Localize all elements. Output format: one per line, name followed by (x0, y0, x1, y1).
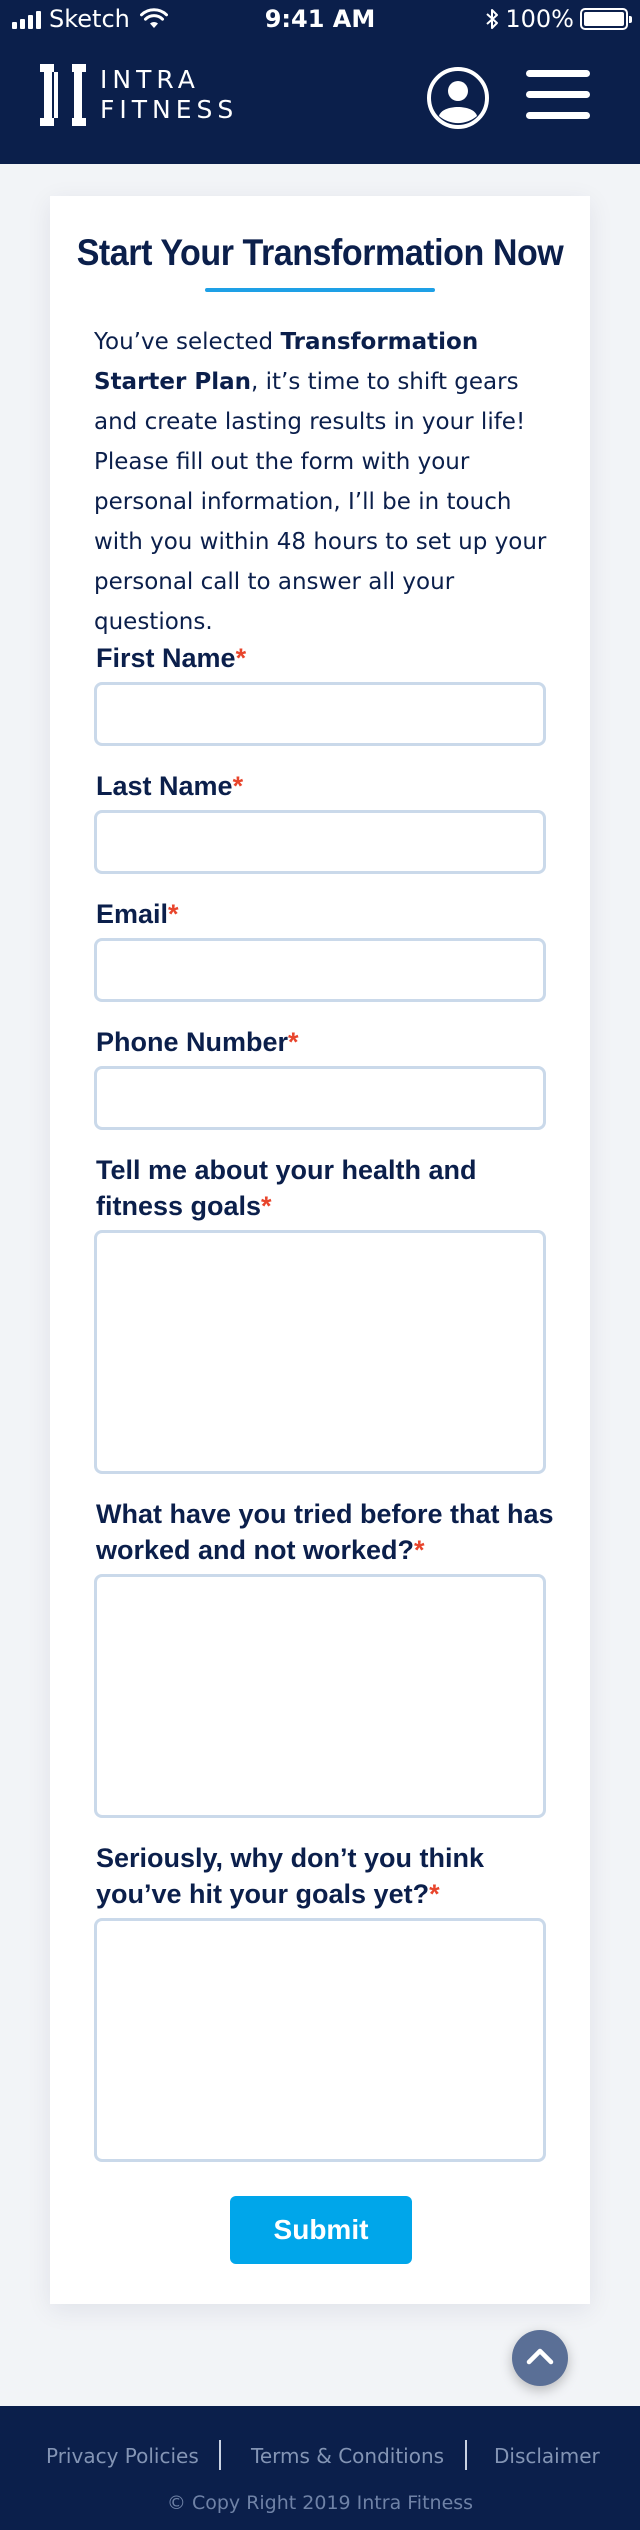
privacy-policies-link[interactable]: Privacy Policies (46, 2444, 199, 2468)
disclaimer-link[interactable]: Disclaimer (494, 2444, 600, 2468)
logo-text-line1: INTRA (100, 65, 200, 94)
back-to-top-button[interactable] (512, 2330, 568, 2386)
required-mark: * (414, 1535, 425, 1565)
first-name-label: First Name* (96, 643, 247, 673)
why-not-textarea[interactable] (94, 1918, 546, 2162)
first-name-input[interactable] (94, 682, 546, 746)
bluetooth-icon (486, 9, 499, 29)
last-name-label: Last Name* (96, 771, 244, 801)
required-mark: * (232, 771, 244, 801)
copyright-text: © Copy Right 2019 Intra Fitness (166, 2492, 474, 2514)
email-input[interactable] (94, 938, 546, 1002)
phone-input[interactable] (94, 1066, 546, 1130)
logo[interactable]: INTRA FITNESS (40, 64, 238, 126)
last-name-input[interactable] (94, 810, 546, 874)
chevron-up-icon (526, 2348, 554, 2365)
goals-label: Tell me about your health and fitness go… (96, 1155, 477, 1221)
page-title: Start Your Transformation Now (76, 232, 564, 273)
goals-textarea[interactable] (94, 1230, 546, 1474)
terms-conditions-link[interactable]: Terms & Conditions (251, 2444, 444, 2468)
phone-label: Phone Number* (96, 1027, 299, 1057)
footer-links: Privacy Policies Terms & Conditions Disc… (0, 2440, 640, 2474)
form-card: Start Your Transformation Now You’ve sel… (50, 196, 590, 2304)
intro-suffix: , it’s time to shift gears and create la… (94, 369, 547, 635)
required-mark: * (429, 1879, 440, 1909)
submit-button[interactable]: Submit (230, 2196, 412, 2264)
tried-before-label: What have you tried before that has work… (96, 1499, 554, 1565)
battery-icon (580, 8, 632, 30)
why-not-label: Seriously, why don’t you think you’ve hi… (96, 1843, 485, 1909)
intro-prefix: You’ve selected (94, 329, 281, 355)
user-icon[interactable] (426, 66, 490, 130)
logo-icon (40, 64, 86, 126)
required-mark: * (168, 899, 179, 929)
tried-before-textarea[interactable] (94, 1574, 546, 1818)
status-bar: Sketch 9:41 AM 100% (0, 0, 640, 40)
required-mark: * (235, 643, 247, 673)
intro-text: You’ve selected Transformation Starter P… (94, 322, 554, 642)
title-underline (205, 288, 435, 292)
logo-text-line2: FITNESS (100, 95, 239, 124)
footer-divider (465, 2440, 467, 2470)
hamburger-menu-icon[interactable] (526, 70, 590, 120)
battery-percent: 100% (505, 5, 574, 33)
required-mark: * (288, 1027, 299, 1057)
required-mark: * (261, 1191, 272, 1221)
site-footer: Privacy Policies Terms & Conditions Disc… (0, 2406, 640, 2530)
email-label: Email* (96, 899, 179, 929)
footer-divider (219, 2440, 221, 2470)
site-header: INTRA FITNESS (0, 40, 640, 164)
